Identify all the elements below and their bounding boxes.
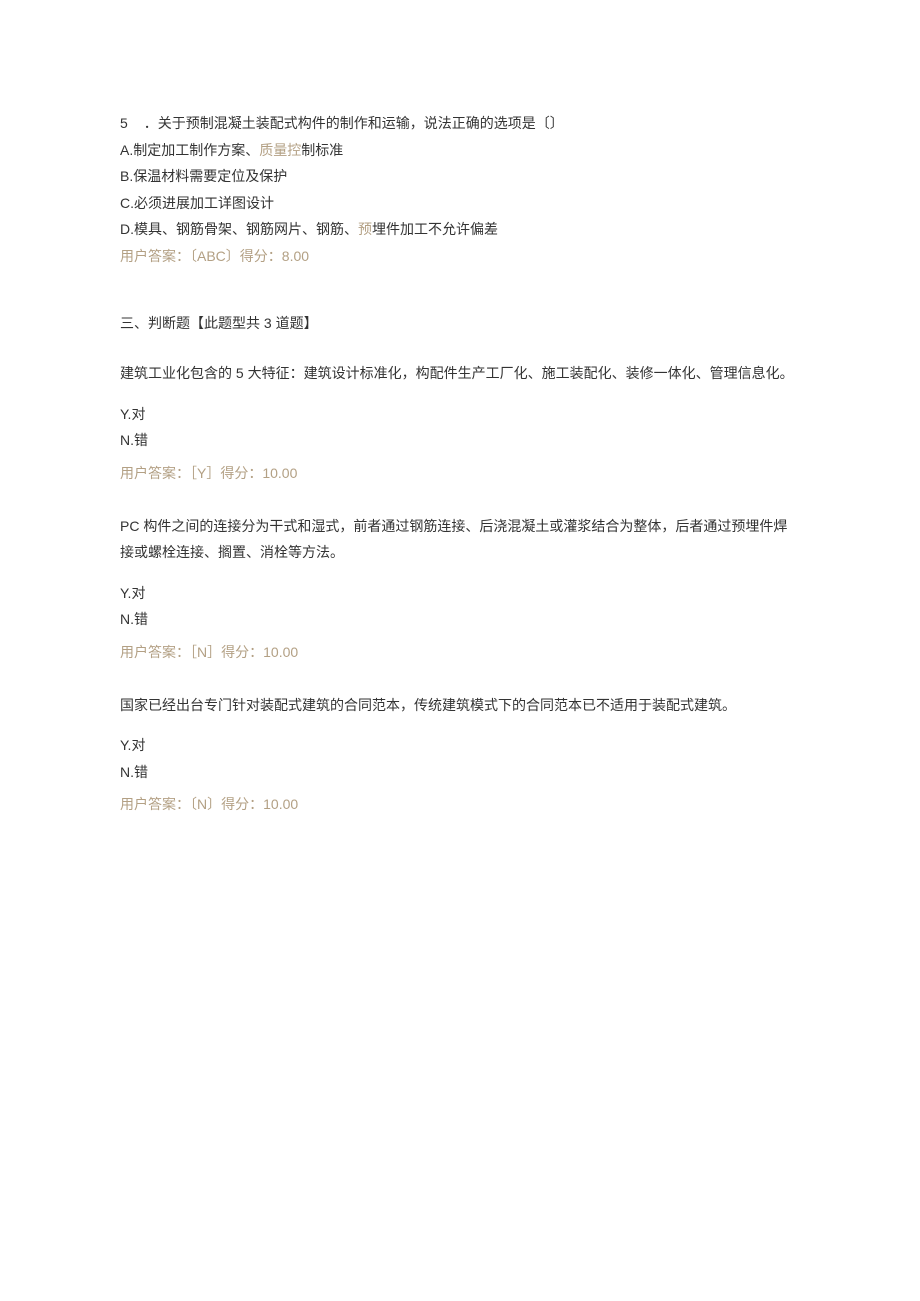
option-text-suffix: 埋件加工不允许偏差 xyxy=(372,221,498,237)
option-text-prefix: 制定加工制作方案、 xyxy=(133,142,259,158)
option-letter: D. xyxy=(120,221,134,237)
option-text: 错 xyxy=(134,764,148,780)
option-text-grey: 预 xyxy=(358,221,372,237)
answer-value: 〔ABC〕 xyxy=(190,248,240,264)
question-5: 5 ．关于预制混凝土装配式构件的制作和运输，说法正确的选项是〔〕 A.制定加工制作… xyxy=(120,110,800,270)
score-label: 得分： xyxy=(220,465,262,481)
answer-label: 用户答案： xyxy=(120,248,190,264)
option-letter: C. xyxy=(120,195,134,211)
answer-value: 〔N〕 xyxy=(190,796,221,812)
option-text: 对 xyxy=(131,585,145,601)
option-letter: Y. xyxy=(120,737,131,753)
score-value: 10.00 xyxy=(262,465,297,481)
score-label: 得分： xyxy=(240,248,282,264)
option-y: Y.对 xyxy=(120,401,800,428)
option-y: Y.对 xyxy=(120,580,800,607)
option-y: Y.对 xyxy=(120,732,800,759)
option-text: 对 xyxy=(131,406,145,422)
option-letter: B. xyxy=(120,168,133,184)
answer-label: 用户答案： xyxy=(120,465,190,481)
judgment-1: 建筑工业化包含的 5 大特征：建筑设计标准化，构配件生产工厂化、施工装配化、装修… xyxy=(120,360,800,486)
score-value: 8.00 xyxy=(282,248,309,264)
option-letter: N. xyxy=(120,432,134,448)
option-d: D.模具、钢筋骨架、钢筋网片、钢筋、预埋件加工不允许偏差 xyxy=(120,216,800,243)
option-text-grey: 质量控 xyxy=(259,142,301,158)
yn-options: Y.对 N.错 xyxy=(120,580,800,633)
answer-label: 用户答案： xyxy=(120,796,190,812)
judgment-stem: 国家已经出台专门针对装配式建筑的合同范本，传统建筑模式下的合同范本已不适用于装配… xyxy=(120,692,800,719)
answer-label: 用户答案： xyxy=(120,644,190,660)
stem-prefix: ．关于预制混凝土装配式构件的制作和 xyxy=(144,115,382,131)
judgment-stem: PC 构件之间的连接分为干式和湿式，前者通过钢筋连接、后浇混凝土或灌浆结合为整体… xyxy=(120,513,800,566)
option-letter: Y. xyxy=(120,585,131,601)
section-3-title: 三、判断题【此题型共 3 道题】 xyxy=(120,310,800,337)
user-answer: 用户答案：〔N〕得分：10.00 xyxy=(120,791,800,818)
yn-options: Y.对 N.错 xyxy=(120,401,800,454)
yn-options: Y.对 N.错 xyxy=(120,732,800,785)
option-text-prefix: 模具、钢筋骨架、钢筋网片、钢筋、 xyxy=(134,221,358,237)
blank-paren: 〔〕 xyxy=(536,115,564,131)
option-text: 错 xyxy=(134,432,148,448)
option-letter: Y. xyxy=(120,406,131,422)
option-text-suffix: 制标准 xyxy=(301,142,343,158)
option-n: N.错 xyxy=(120,427,800,454)
score-value: 10.00 xyxy=(263,644,298,660)
user-answer: 用户答案：〔ABC〕得分：8.00 xyxy=(120,243,800,270)
stem-suffix: ，说法正确的选项是 xyxy=(410,115,536,131)
score-label: 得分： xyxy=(221,644,263,660)
judgment-3: 国家已经出台专门针对装配式建筑的合同范本，传统建筑模式下的合同范本已不适用于装配… xyxy=(120,692,800,818)
stem-bold: 运输 xyxy=(382,115,410,131)
option-text: 对 xyxy=(131,737,145,753)
option-c: C.必须进展加工详图设计 xyxy=(120,190,800,217)
question-number: 5 xyxy=(120,115,128,131)
option-n: N.错 xyxy=(120,606,800,633)
answer-value: ［N］ xyxy=(190,644,221,660)
option-a: A.制定加工制作方案、质量控制标准 xyxy=(120,137,800,164)
user-answer: 用户答案：［N］得分：10.00 xyxy=(120,639,800,666)
option-n: N.错 xyxy=(120,759,800,786)
question-stem: 5 ．关于预制混凝土装配式构件的制作和运输，说法正确的选项是〔〕 xyxy=(120,110,800,137)
option-b: B.保温材料需要定位及保护 xyxy=(120,163,800,190)
score-label: 得分： xyxy=(221,796,263,812)
judgment-stem: 建筑工业化包含的 5 大特征：建筑设计标准化，构配件生产工厂化、施工装配化、装修… xyxy=(120,360,800,387)
option-letter: A. xyxy=(120,142,133,158)
judgment-2: PC 构件之间的连接分为干式和湿式，前者通过钢筋连接、后浇混凝土或灌浆结合为整体… xyxy=(120,513,800,666)
option-letter: N. xyxy=(120,611,134,627)
user-answer: 用户答案：［Y］得分：10.00 xyxy=(120,460,800,487)
answer-value: ［Y］ xyxy=(190,465,220,481)
option-text: 保温材料需要定位及保护 xyxy=(133,168,287,184)
score-value: 10.00 xyxy=(263,796,298,812)
option-text: 必须进展加工详图设计 xyxy=(134,195,274,211)
option-letter: N. xyxy=(120,764,134,780)
option-text: 错 xyxy=(134,611,148,627)
